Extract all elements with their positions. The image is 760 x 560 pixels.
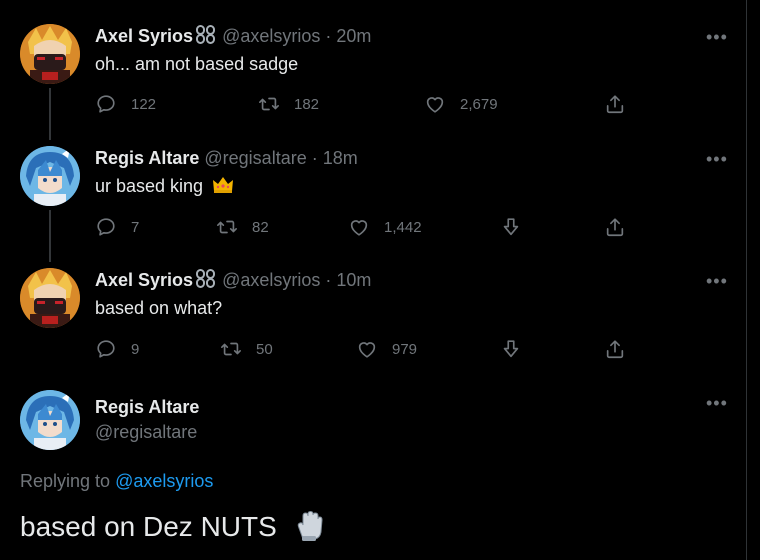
downvote-icon [500,216,522,238]
display-name[interactable]: Axel Syrios [95,270,193,290]
share-icon [604,93,626,115]
separator: · [325,26,332,46]
share-button[interactable] [604,338,626,360]
chain-emoji [195,25,217,45]
handle[interactable]: @regisaltare [95,422,197,442]
more-icon[interactable]: ••• [706,272,728,294]
replying-to: Replying to @axelsyrios [20,471,213,492]
downvote-icon [500,338,522,360]
separator: · [325,270,332,290]
separator: · [311,148,318,168]
downvote-button[interactable] [500,338,522,360]
share-icon [604,338,626,360]
main-tweet-text-content: based on Dez NUTS [20,511,277,542]
tweet-text: based on what? [95,298,223,318]
timestamp[interactable]: 20m [336,26,371,46]
retweet-button[interactable]: 182 [258,93,319,115]
replying-to-handle[interactable]: @axelsyrios [115,471,213,491]
reply-button[interactable]: 7 [95,216,139,238]
avatar-axel[interactable] [20,24,80,84]
tweet-text-content: ur based king [95,176,204,196]
share-button[interactable] [604,216,626,238]
display-name[interactable]: Regis Altare [95,148,199,168]
crown-emoji [213,177,234,193]
thread-line [49,210,51,262]
retweet-icon [216,216,238,238]
display-name[interactable]: Axel Syrios [95,26,193,46]
retweet-count: 50 [256,340,273,358]
tweet-text: oh... am not based sadge [95,54,299,74]
reply-count: 7 [131,218,140,236]
reply-button[interactable]: 9 [95,338,139,360]
tweet-header: Regis Altare @regisaltare · 18m [95,146,358,170]
chain-emoji [195,269,217,289]
glove-emoji [297,510,323,541]
downvote-button[interactable] [500,216,522,238]
handle[interactable]: @axelsyrios [222,26,320,46]
tweet-header: Axel Syrios @axelsyrios · 20m [95,24,371,48]
column-border [746,0,747,560]
avatar-axel[interactable] [20,268,80,328]
more-icon[interactable]: ••• [706,150,728,172]
share-button[interactable] [604,93,626,115]
reply-icon [95,338,117,360]
like-count: 979 [392,340,418,358]
retweet-icon [220,338,242,360]
like-icon [356,338,378,360]
like-button[interactable]: 2,679 [424,93,498,115]
reply-icon [95,93,117,115]
reply-count: 122 [131,95,157,113]
retweet-icon [258,93,280,115]
more-icon[interactable]: ••• [706,28,728,50]
like-icon [424,93,446,115]
share-icon [604,216,626,238]
tweet-text: ur based king [95,174,234,198]
reply-count: 9 [131,340,140,358]
like-icon [348,216,370,238]
main-tweet-text: based on Dez NUTS [20,510,325,543]
like-button[interactable]: 1,442 [348,216,422,238]
main-tweet-name: Regis Altare [95,395,199,419]
handle[interactable]: @axelsyrios [222,270,320,290]
timestamp[interactable]: 18m [323,148,358,168]
retweet-count: 82 [252,218,269,236]
retweet-button[interactable]: 50 [220,338,273,360]
like-count: 1,442 [384,218,422,236]
reply-button[interactable]: 122 [95,93,156,115]
retweet-count: 182 [294,95,320,113]
like-count: 2,679 [460,95,498,113]
retweet-button[interactable]: 82 [216,216,269,238]
replying-to-label: Replying to [20,471,111,491]
handle[interactable]: @regisaltare [204,148,306,168]
reply-icon [95,216,117,238]
thread-line [49,88,51,140]
timestamp[interactable]: 10m [336,270,371,290]
avatar-regis[interactable] [20,146,80,206]
main-tweet-handle: @regisaltare [95,420,197,444]
display-name[interactable]: Regis Altare [95,397,199,417]
like-button[interactable]: 979 [356,338,417,360]
tweet-header: Axel Syrios @axelsyrios · 10m [95,268,371,292]
more-icon[interactable]: ••• [706,394,728,416]
avatar-regis[interactable] [20,390,80,450]
